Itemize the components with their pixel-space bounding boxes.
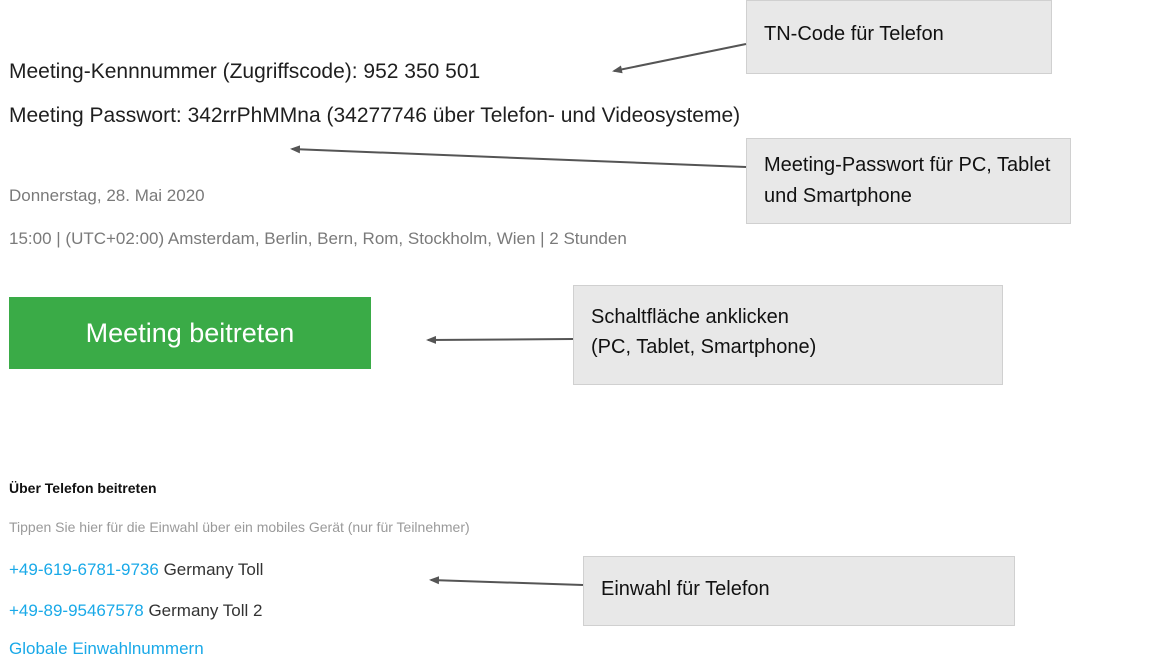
arrow-to-dial-in (429, 576, 584, 586)
callout-dial-in: Einwahl für Telefon (583, 556, 1015, 626)
phone-join-heading: Über Telefon beitreten (9, 480, 157, 496)
dial-in-label: Germany Toll 2 (148, 601, 263, 620)
dial-in-number-link[interactable]: +49-89-95467578 (9, 601, 144, 620)
callout-text: Schaltfläche anklicken (591, 306, 789, 328)
callout-meeting-password: Meeting-Passwort für PC, Tablet und Smar… (746, 138, 1071, 224)
phone-dial-hint-link[interactable]: Tippen Sie hier für die Einwahl über ein… (9, 519, 470, 535)
dial-in-row: +49-619-6781-9736 Germany Toll (9, 560, 263, 580)
meeting-id-line: Meeting-Kennnummer (Zugriffscode): 952 3… (9, 60, 481, 83)
callout-text: Einwahl für Telefon (601, 578, 770, 600)
callout-text: (PC, Tablet, Smartphone) (591, 336, 817, 358)
dial-in-row: +49-89-95467578 Germany Toll 2 (9, 601, 262, 621)
join-meeting-button[interactable]: Meeting beitreten (9, 297, 371, 369)
arrow-to-join-button (426, 335, 574, 344)
arrow-to-meeting-password (290, 145, 747, 168)
dial-in-label: Germany Toll (163, 560, 264, 579)
meeting-time-line: 15:00 | (UTC+02:00) Amsterdam, Berlin, B… (9, 229, 627, 248)
callout-join-button: Schaltfläche anklicken (PC, Tablet, Smar… (573, 285, 1003, 385)
global-dial-in-numbers-link[interactable]: Globale Einwahlnummern (9, 639, 204, 659)
callout-tn-code: TN-Code für Telefon (746, 0, 1052, 74)
arrow-to-meeting-id (612, 43, 747, 74)
callout-text: und Smartphone (764, 185, 912, 207)
dial-in-number-link[interactable]: +49-619-6781-9736 (9, 560, 159, 579)
callout-text: TN-Code für Telefon (764, 23, 944, 45)
meeting-date: Donnerstag, 28. Mai 2020 (9, 186, 205, 205)
callout-text: Meeting-Passwort für PC, Tablet (764, 154, 1051, 176)
meeting-password-line: Meeting Passwort: 342rrPhMMna (34277746 … (9, 104, 741, 127)
